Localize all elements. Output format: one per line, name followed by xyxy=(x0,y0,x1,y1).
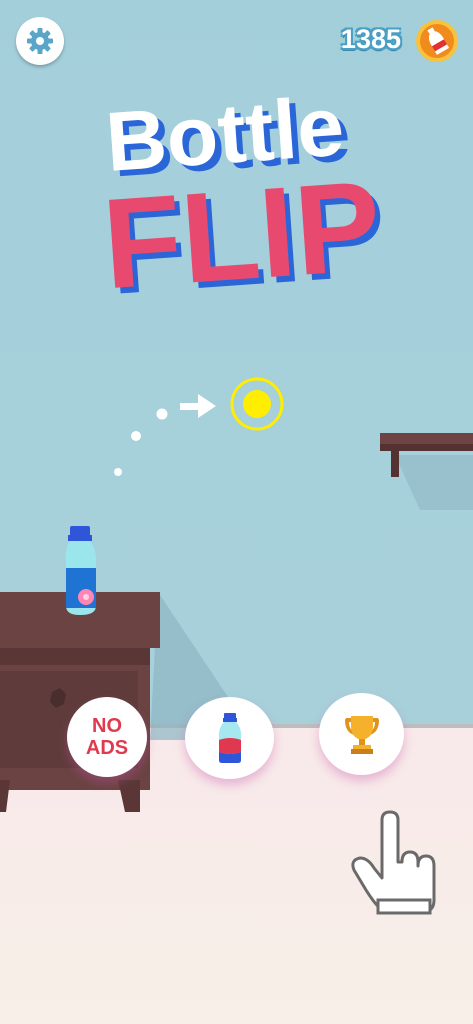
coin-bottle-icon xyxy=(416,20,458,62)
wall-shelf xyxy=(380,433,473,510)
game-logo: Bottle Bottle FLIP FLIP xyxy=(99,79,391,300)
hand-pointer-icon xyxy=(351,810,436,915)
no-ads-label-line2: ADS xyxy=(85,737,129,759)
trophy-icon xyxy=(344,716,379,754)
target-icon xyxy=(230,377,284,431)
water-bottle xyxy=(65,526,97,615)
bottle-icon xyxy=(218,713,241,763)
arrow-icon xyxy=(180,394,216,418)
coin-count: 1385 xyxy=(340,24,401,54)
logo-line2: FLIP xyxy=(99,154,386,300)
leaderboard-button[interactable] xyxy=(319,693,404,775)
bottle-shop-button[interactable] xyxy=(185,697,274,779)
trajectory-dots xyxy=(114,408,168,476)
gear-icon xyxy=(27,28,53,54)
no-ads-label-line1: NO xyxy=(92,715,122,737)
settings-button[interactable] xyxy=(16,17,64,65)
no-ads-button[interactable]: NO ADS xyxy=(67,697,147,777)
